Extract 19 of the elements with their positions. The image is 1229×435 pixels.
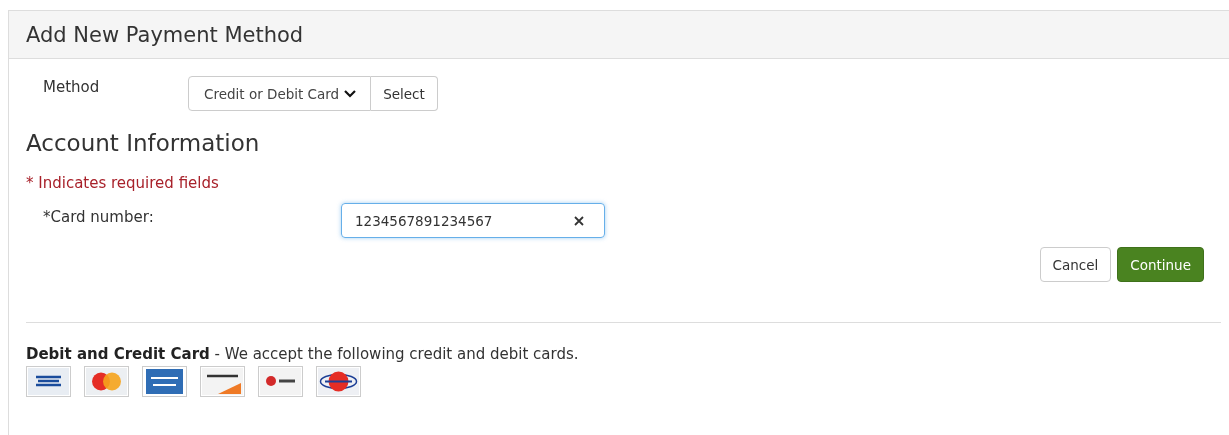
payment-card-icon [142,366,187,397]
payment-card-icon [200,366,245,397]
required-note: * Indicates required fields [26,174,220,192]
section-heading: Account Information [26,130,261,156]
accepted-cards-text: Debit and Credit Card - We accept the following credit and debit cards. [26,345,580,363]
field-label: Method [42,77,101,96]
payment-card-icon [258,366,303,397]
clear-icon[interactable] [574,215,584,226]
payment-card-icon [26,366,71,397]
continue-button[interactable]: Continue [1117,247,1204,282]
payment-card-icon [84,366,129,397]
field-label: *Card number: [42,207,155,226]
chevron-down-icon [344,89,357,98]
panel-title: Add New Payment Method [26,22,304,47]
card-number-field[interactable]: 1234567891234567 [341,203,605,238]
method-dropdown[interactable]: Credit or Debit Card [188,76,372,111]
payment-card-icon [316,366,361,397]
cancel-button[interactable]: Cancel [1039,247,1112,282]
select-button[interactable]: Select [371,76,438,111]
